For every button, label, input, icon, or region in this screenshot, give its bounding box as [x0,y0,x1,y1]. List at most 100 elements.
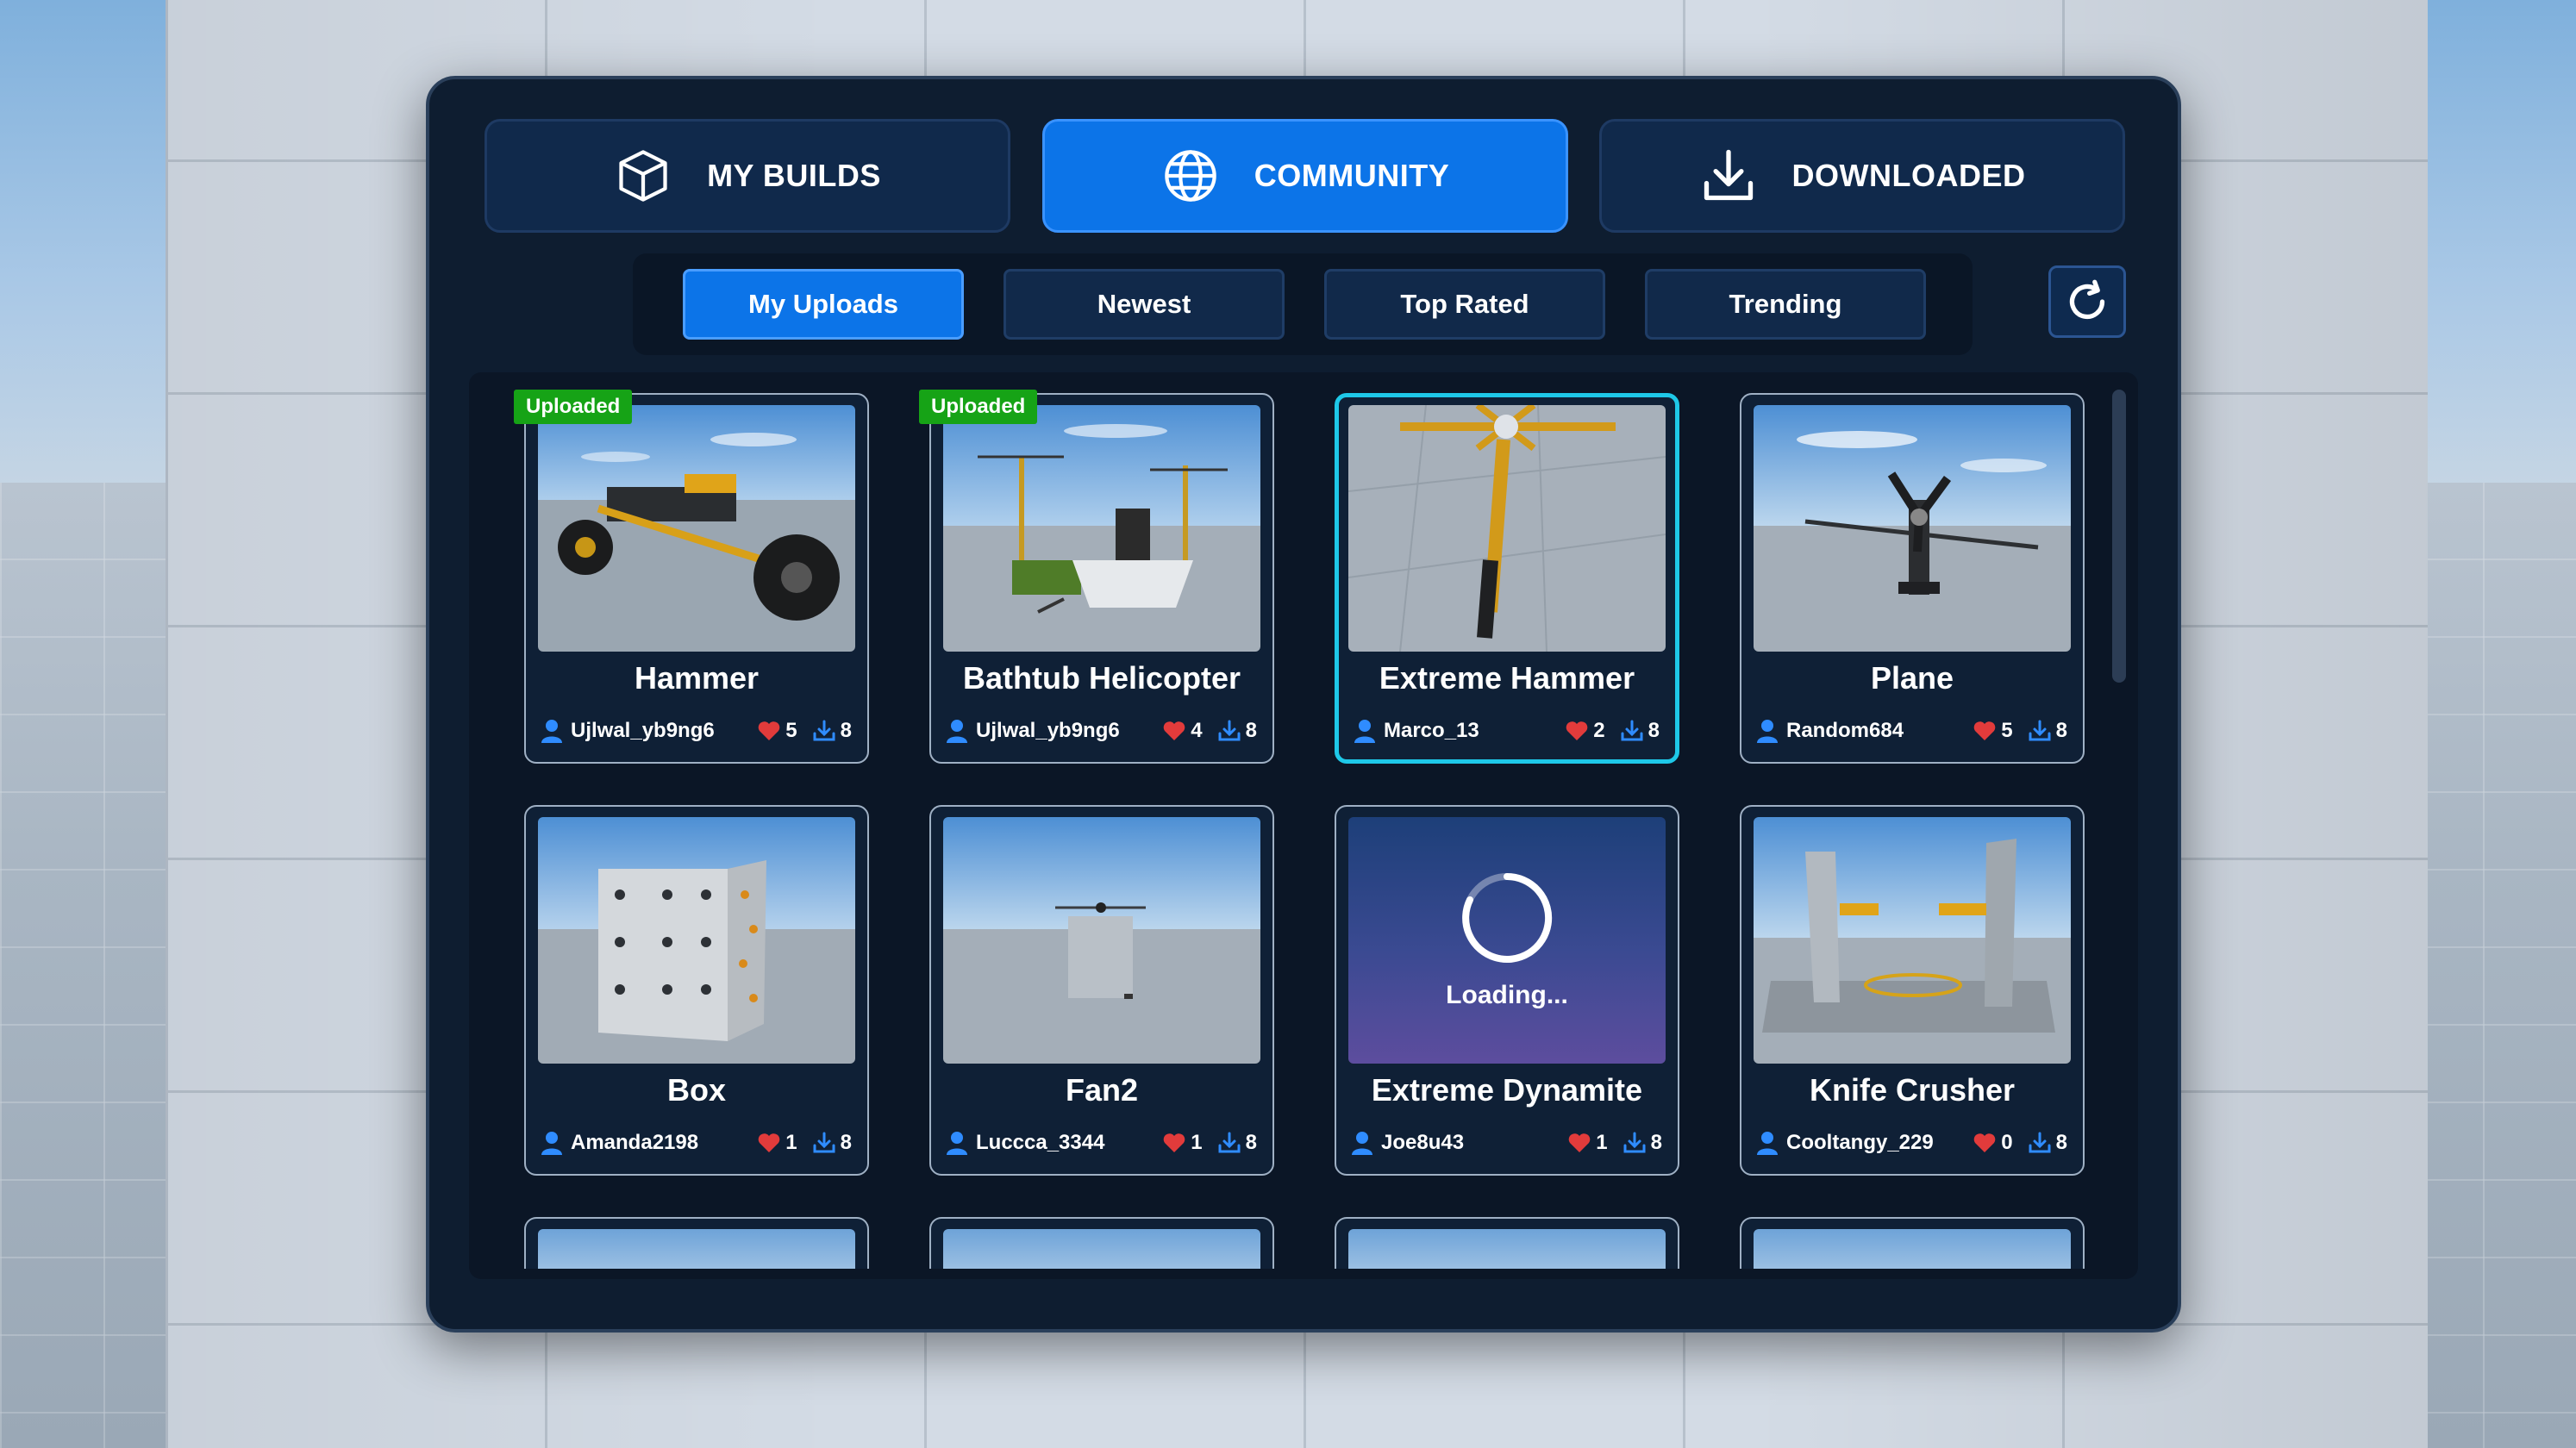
build-title: Box [666,1072,726,1108]
download-stat[interactable]: 8 [813,1131,852,1155]
heart-icon [758,1133,780,1152]
download-stat[interactable]: 8 [2029,1131,2067,1155]
like-stat[interactable]: 1 [1163,1131,1203,1155]
like-count: 2 [1593,719,1605,742]
user-icon [1757,720,1778,743]
download-count: 8 [1650,1131,1662,1154]
like-stat[interactable]: 1 [758,1131,797,1155]
like-stat[interactable]: 0 [1973,1131,2013,1155]
build-author: Random684 [1786,719,1904,742]
scrollbar[interactable] [2112,390,2126,683]
build-card[interactable]: Fan2 Luccca_3344 1 8 [929,805,1274,1176]
filter-top-rated[interactable]: Top Rated [1324,269,1605,340]
download-stat[interactable]: 8 [1623,1131,1662,1155]
like-stat[interactable]: 1 [1568,1131,1608,1155]
download-count: 8 [1245,719,1257,742]
build-title: Hammer [634,660,760,696]
like-count: 1 [785,1131,797,1154]
build-thumbnail [1348,405,1666,652]
like-stat[interactable]: 4 [1163,719,1203,743]
download-count: 8 [840,1131,852,1154]
build-card[interactable]: Box Amanda2198 1 8 [524,805,869,1176]
download-count-icon [1218,1132,1241,1153]
download-icon [1704,149,1753,201]
build-card[interactable]: Uploaded Hammer Ujlwal_yb9ng6 5 8 [514,390,869,764]
tab-my-builds-label: MY BUILDS [707,158,881,193]
build-title: Extreme Dynamite [1371,1072,1643,1108]
build-thumbnail [538,817,855,1064]
refresh-button[interactable] [2048,265,2126,338]
like-count: 0 [2001,1131,2013,1154]
download-stat[interactable]: 8 [813,719,852,743]
download-count-icon [2029,1132,2051,1153]
uploaded-badge: Uploaded [514,390,633,424]
builds-grid: Uploaded Hammer Ujlwal_yb9ng6 5 8 Upload… [469,372,2138,1279]
build-author: Joe8u43 [1381,1131,1465,1154]
loading-spinner-icon [1462,872,1553,963]
user-icon [541,1132,562,1155]
like-stat[interactable]: 2 [1566,719,1605,743]
download-count-icon [813,1132,835,1153]
like-count: 1 [1191,1131,1203,1154]
build-author: Cooltangy_229 [1786,1131,1934,1154]
filter-bar: My Uploads Newest Top Rated Trending [633,253,1973,355]
build-card[interactable]: Knife Crusher Cooltangy_229 0 8 [1740,805,2085,1176]
build-thumbnail [538,405,855,652]
download-stat[interactable]: 8 [1218,1131,1257,1155]
download-count-icon [2029,720,2051,741]
build-author: Ujlwal_yb9ng6 [976,719,1120,742]
tab-my-builds[interactable]: MY BUILDS [485,119,1010,233]
filter-my-uploads[interactable]: My Uploads [683,269,964,340]
like-stat[interactable]: 5 [758,719,797,743]
uploaded-badge: Uploaded [919,390,1038,424]
build-thumbnail [943,405,1260,652]
build-title: Knife Crusher [1809,1072,2016,1108]
build-author: Marco_13 [1384,719,1479,742]
build-title: Fan2 [1065,1072,1139,1108]
user-icon [947,720,967,743]
download-count: 8 [1245,1131,1257,1154]
download-count: 8 [2055,1131,2067,1154]
build-card-partial[interactable] [524,1217,869,1269]
download-stat[interactable]: 8 [2029,719,2067,743]
heart-icon [758,721,780,740]
build-title: Plane [1870,660,1954,696]
tab-downloaded[interactable]: DOWNLOADED [1599,119,2125,233]
tab-community-label: COMMUNITY [1254,158,1450,193]
filter-trending[interactable]: Trending [1645,269,1926,340]
download-count-icon [1621,720,1643,741]
globe-icon [1165,150,1216,202]
build-card-partial[interactable] [1740,1217,2085,1269]
user-icon [1352,1132,1372,1155]
cube-icon [619,150,667,202]
build-card[interactable]: Loading... Extreme Dynamite Joe8u43 1 8 [1335,805,1679,1176]
like-count: 4 [1191,719,1203,742]
tab-community[interactable]: COMMUNITY [1042,119,1568,233]
user-icon [947,1132,967,1155]
heart-icon [1566,721,1588,740]
like-stat[interactable]: 5 [1973,719,2013,743]
filter-newest[interactable]: Newest [1004,269,1285,340]
download-stat[interactable]: 8 [1621,719,1660,743]
builds-browser-panel: MY BUILDS COMMUNITY DOWNLOADED My Upload… [426,76,2181,1333]
build-card-partial[interactable] [1335,1217,1679,1269]
download-count-icon [1623,1132,1646,1153]
build-card-selected[interactable]: Extreme Hammer Marco_13 2 8 [1335,393,1679,764]
like-count: 5 [2001,719,2013,742]
build-thumbnail [1754,405,2071,652]
download-count: 8 [840,719,852,742]
download-count-icon [1218,720,1241,741]
build-title: Bathtub Helicopter [962,660,1241,696]
download-count-icon [813,720,835,741]
download-stat[interactable]: 8 [1218,719,1257,743]
loading-placeholder: Loading... [1348,817,1666,1064]
heart-icon [1973,721,1996,740]
refresh-icon [2069,279,2105,320]
build-title: Extreme Hammer [1379,660,1635,696]
build-card-partial[interactable] [929,1217,1274,1269]
like-count: 5 [785,719,797,742]
heart-icon [1163,1133,1185,1152]
build-card[interactable]: Plane Random684 5 8 [1740,393,2085,764]
build-card[interactable]: Uploaded Bathtub Helicopter Ujlwal_yb9ng… [919,390,1274,764]
build-author: Luccca_3344 [976,1131,1105,1154]
